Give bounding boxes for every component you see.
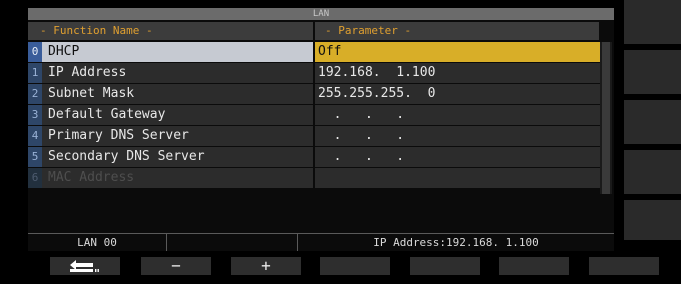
function-key-7[interactable] xyxy=(589,257,659,275)
row-index: 1 xyxy=(28,63,42,83)
function-label: Secondary DNS Server xyxy=(48,149,205,164)
side-key-3[interactable] xyxy=(624,100,681,144)
scrollbar-thumb[interactable] xyxy=(602,42,610,194)
function-name-cell: 2 Subnet Mask xyxy=(28,84,313,104)
parameter-value xyxy=(315,168,600,188)
function-name-cell: 0 DHCP xyxy=(28,42,313,62)
minus-button[interactable]: − xyxy=(141,257,211,275)
function-label: MAC Address xyxy=(48,170,135,185)
parameter-value[interactable]: Off xyxy=(315,42,600,62)
function-name-cell: 3 Default Gateway xyxy=(28,105,313,125)
scrollbar[interactable] xyxy=(600,42,612,194)
parameter-value[interactable]: . . . xyxy=(315,105,600,125)
row-index: 3 xyxy=(28,105,42,125)
side-key-2[interactable] xyxy=(624,50,681,94)
lan-settings-panel: LAN - Function Name - - Parameter - 0 DHC… xyxy=(28,8,614,251)
settings-list: 0 DHCP Off 1 IP Address 192.168. 1.100 2 Su… xyxy=(28,42,600,189)
function-key-6[interactable] xyxy=(499,257,569,275)
function-name-cell: 6 MAC Address xyxy=(28,168,313,188)
window-title: LAN xyxy=(28,8,614,20)
function-key-5[interactable] xyxy=(410,257,480,275)
row-ip-address[interactable]: 1 IP Address 192.168. 1.100 xyxy=(28,63,600,83)
parameter-value[interactable]: 192.168. 1.100 xyxy=(315,63,600,83)
row-primary-dns[interactable]: 4 Primary DNS Server . . . xyxy=(28,126,600,146)
row-index: 4 xyxy=(28,126,42,146)
row-index: 5 xyxy=(28,147,42,167)
side-key-4[interactable] xyxy=(624,150,681,194)
side-key-5[interactable] xyxy=(624,200,681,240)
side-key-1[interactable] xyxy=(624,0,681,44)
parameter-value[interactable]: . . . xyxy=(315,147,600,167)
row-index: 0 xyxy=(28,42,42,62)
row-secondary-dns[interactable]: 5 Secondary DNS Server . . . xyxy=(28,147,600,167)
row-subnet-mask[interactable]: 2 Subnet Mask 255.255.255. 0 xyxy=(28,84,600,104)
function-label: Default Gateway xyxy=(48,107,166,122)
row-default-gateway[interactable]: 3 Default Gateway . . . xyxy=(28,105,600,125)
parameter-value[interactable]: . . . xyxy=(315,126,600,146)
function-label: Subnet Mask xyxy=(48,86,135,101)
function-name-cell: 1 IP Address xyxy=(28,63,313,83)
function-name-header: - Function Name - xyxy=(28,22,313,40)
function-name-cell: 4 Primary DNS Server xyxy=(28,126,313,146)
row-dhcp[interactable]: 0 DHCP Off xyxy=(28,42,600,62)
row-index: 2 xyxy=(28,84,42,104)
back-button[interactable] xyxy=(50,257,120,275)
row-index: 6 xyxy=(28,168,42,188)
status-ip-readout: IP Address:192.168. 1.100 xyxy=(373,236,539,249)
plus-icon: + xyxy=(261,256,271,275)
function-label: DHCP xyxy=(48,44,80,59)
back-arrow-icon xyxy=(70,260,99,272)
minus-icon: − xyxy=(171,256,181,275)
plus-button[interactable]: + xyxy=(231,257,301,275)
parameter-header: - Parameter - xyxy=(315,22,599,40)
status-bar: LAN 00 IP Address:192.168. 1.100 xyxy=(28,233,614,251)
function-name-cell: 5 Secondary DNS Server xyxy=(28,147,313,167)
parameter-value[interactable]: 255.255.255. 0 xyxy=(315,84,600,104)
status-middle xyxy=(167,234,298,251)
function-key-4[interactable] xyxy=(320,257,390,275)
status-lan-id: LAN 00 xyxy=(28,234,167,251)
function-label: IP Address xyxy=(48,65,127,80)
row-mac-address: 6 MAC Address xyxy=(28,168,600,188)
function-label: Primary DNS Server xyxy=(48,128,189,143)
